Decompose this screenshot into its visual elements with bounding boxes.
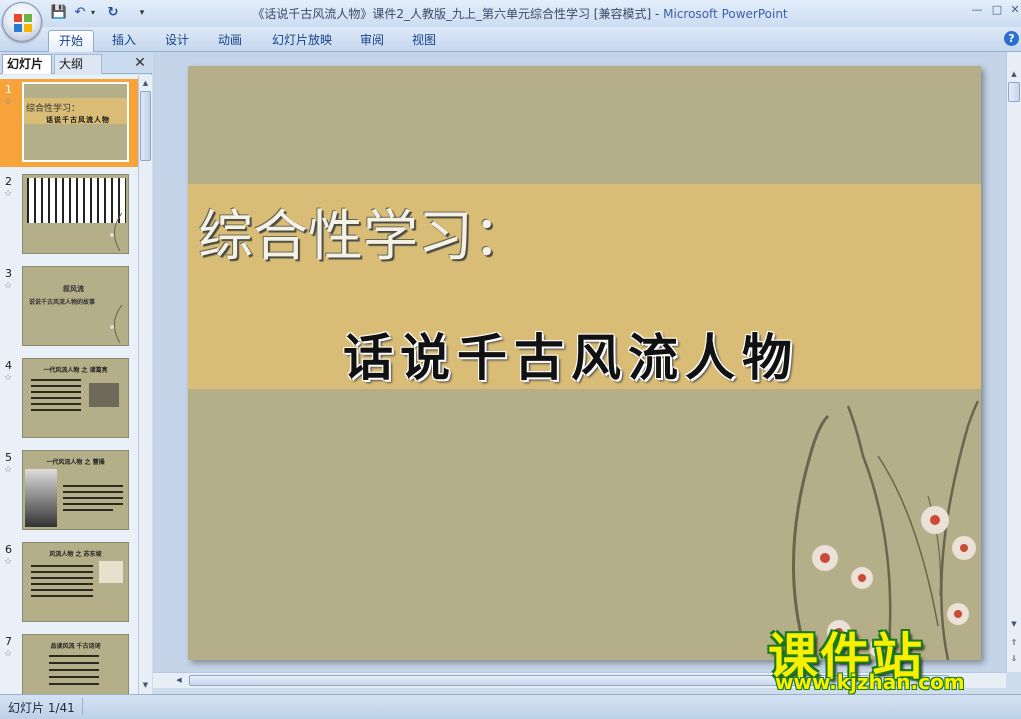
slide-number: 6 <box>5 543 12 556</box>
undo-icon[interactable]: ↶ <box>72 4 88 22</box>
thumbnail-title: 一代风流人物 之 曹操 <box>46 459 105 466</box>
close-pane-icon[interactable]: ✕ <box>132 54 148 72</box>
thumbnail-title: 风流人物 之 苏东坡 <box>49 551 102 558</box>
animation-star-icon: ☆ <box>4 97 13 107</box>
slide-count: 幻灯片 1/41 <box>8 701 75 715</box>
slide-pane: 幻灯片 大纲 ✕ 1 ☆ 综合性学习： 话说千古风流人物 2 ☆ 3 ☆ 叙风流… <box>0 52 152 694</box>
animation-star-icon: ☆ <box>4 373 13 383</box>
thumbnail-preview: 一代风流人物 之 曹操 <box>22 450 129 530</box>
tab-view[interactable]: 视图 <box>404 30 444 52</box>
minimize-button[interactable]: — <box>966 2 988 18</box>
thumbnail-preview: 品读风流 千古诗词 <box>22 634 129 694</box>
scroll-down-icon[interactable]: ▼ <box>1008 618 1020 630</box>
slide-number: 3 <box>5 267 12 280</box>
thumbnail-preview: 综合性学习： 话说千古风流人物 <box>22 82 129 162</box>
slide-number: 7 <box>5 635 12 648</box>
animation-star-icon: ☆ <box>4 281 13 291</box>
scroll-down-icon[interactable]: ▼ <box>140 679 151 691</box>
portrait-image <box>99 561 123 583</box>
animation-star-icon: ☆ <box>4 649 13 659</box>
scroll-thumb[interactable] <box>1008 82 1020 102</box>
portrait-image <box>25 469 57 527</box>
status-bar: 幻灯片 1/41 <box>0 694 1021 719</box>
slide-pane-tabs: 幻灯片 大纲 ✕ <box>0 52 152 74</box>
slide-thumbnail-5[interactable]: 5 ☆ 一代风流人物 之 曹操 <box>0 447 138 535</box>
animation-star-icon: ☆ <box>4 465 13 475</box>
watermark-url: www.kjzhan.com <box>775 670 965 694</box>
slide-thumbnail-4[interactable]: 4 ☆ 一代风流人物 之 诸葛亮 <box>0 355 138 443</box>
slide-number: 1 <box>5 83 12 96</box>
thumbnail-preview: 风流人物 之 苏东坡 <box>22 542 129 622</box>
slide-editing-area: 综合性学习： 话说千古风流人物 <box>153 52 1006 672</box>
undo-dropdown-icon[interactable]: ▾ <box>88 4 98 22</box>
slide-pane-scrollbar[interactable]: ▲ ▼ <box>138 75 152 694</box>
slide-number: 2 <box>5 175 12 188</box>
thumbnail-list: 1 ☆ 综合性学习： 话说千古风流人物 2 ☆ 3 ☆ 叙风流 说说千古风流人物… <box>0 75 138 694</box>
app-name: Microsoft PowerPoint <box>663 7 788 21</box>
scroll-left-icon[interactable]: ◀ <box>173 675 185 686</box>
close-button[interactable]: ✕ <box>1004 2 1021 18</box>
slide-thumbnail-1[interactable]: 1 ☆ 综合性学习： 话说千古风流人物 <box>0 79 138 167</box>
portrait-image <box>89 383 119 407</box>
flower-branch-icon <box>110 304 123 343</box>
scroll-thumb[interactable] <box>140 91 151 161</box>
thumbnail-subtitle: 说说千古风流人物的故事 <box>29 299 96 306</box>
scroll-up-icon[interactable]: ▲ <box>1008 68 1020 80</box>
customize-toolbar-icon[interactable]: ▾ <box>136 4 148 22</box>
title-bar: 💾 ↶ ▾ ↻ ▾ 《话说千古风流人物》课件2_人教版_九上_第六单元综合性学习… <box>0 0 1021 27</box>
document-title: 《话说千古风流人物》课件2_人教版_九上_第六单元综合性学习 [兼容模式] - <box>252 7 664 21</box>
slide-number: 5 <box>5 451 12 464</box>
vertical-scrollbar[interactable]: ▲ ▼ ⇑ ⇓ <box>1006 52 1021 672</box>
slide-subtitle[interactable]: 话说千古风流人物 <box>343 318 799 390</box>
tab-slides[interactable]: 幻灯片 <box>2 54 52 74</box>
thumbnail-preview: 叙风流 说说千古风流人物的故事 <box>22 266 129 346</box>
animation-star-icon: ☆ <box>4 557 13 567</box>
slide-thumbnail-6[interactable]: 6 ☆ 风流人物 之 苏东坡 <box>0 539 138 627</box>
office-logo-icon <box>14 14 32 32</box>
thumbnail-preview <box>22 174 129 254</box>
tab-design[interactable]: 设计 <box>157 30 197 52</box>
thumbnail-title: 一代风流人物 之 诸葛亮 <box>43 367 108 374</box>
office-button[interactable] <box>2 2 42 42</box>
slide-title[interactable]: 综合性学习： <box>198 191 528 271</box>
help-icon[interactable]: ? <box>1004 31 1019 46</box>
slide-number: 4 <box>5 359 12 372</box>
slide-thumbnail-7[interactable]: 7 ☆ 品读风流 千古诗词 <box>0 631 138 694</box>
thumbnail-preview: 一代风流人物 之 诸葛亮 <box>22 358 129 438</box>
flower-branch-icon <box>110 212 123 251</box>
save-icon[interactable]: 💾 <box>50 4 68 22</box>
ribbon-tabs: 开始 插入 设计 动画 幻灯片放映 审阅 视图 <box>0 27 1021 52</box>
status-divider <box>82 698 83 715</box>
thumbnail-subtitle: 话说千古风流人物 <box>46 116 110 124</box>
animation-star-icon: ☆ <box>4 189 13 199</box>
slide-thumbnail-3[interactable]: 3 ☆ 叙风流 说说千古风流人物的故事 <box>0 263 138 351</box>
thumbnail-title: 综合性学习： <box>26 104 81 114</box>
tab-review[interactable]: 审阅 <box>352 30 392 52</box>
tab-home[interactable]: 开始 <box>48 30 94 52</box>
thumbnail-title: 叙风流 <box>63 285 84 293</box>
next-slide-icon[interactable]: ⇓ <box>1008 652 1020 666</box>
tab-outline[interactable]: 大纲 <box>54 54 102 74</box>
tab-insert[interactable]: 插入 <box>104 30 144 52</box>
current-slide[interactable]: 综合性学习： 话说千古风流人物 <box>188 66 981 660</box>
previous-slide-icon[interactable]: ⇑ <box>1008 636 1020 650</box>
thumbnail-title: 品读风流 千古诗词 <box>50 643 101 650</box>
redo-icon[interactable]: ↻ <box>104 4 122 22</box>
window-title: 《话说千古风流人物》课件2_人教版_九上_第六单元综合性学习 [兼容模式] - … <box>150 5 890 22</box>
tab-slideshow[interactable]: 幻灯片放映 <box>262 30 342 52</box>
slide-thumbnail-2[interactable]: 2 ☆ <box>0 171 138 259</box>
scroll-up-icon[interactable]: ▲ <box>140 77 151 89</box>
tab-animations[interactable]: 动画 <box>210 30 250 52</box>
